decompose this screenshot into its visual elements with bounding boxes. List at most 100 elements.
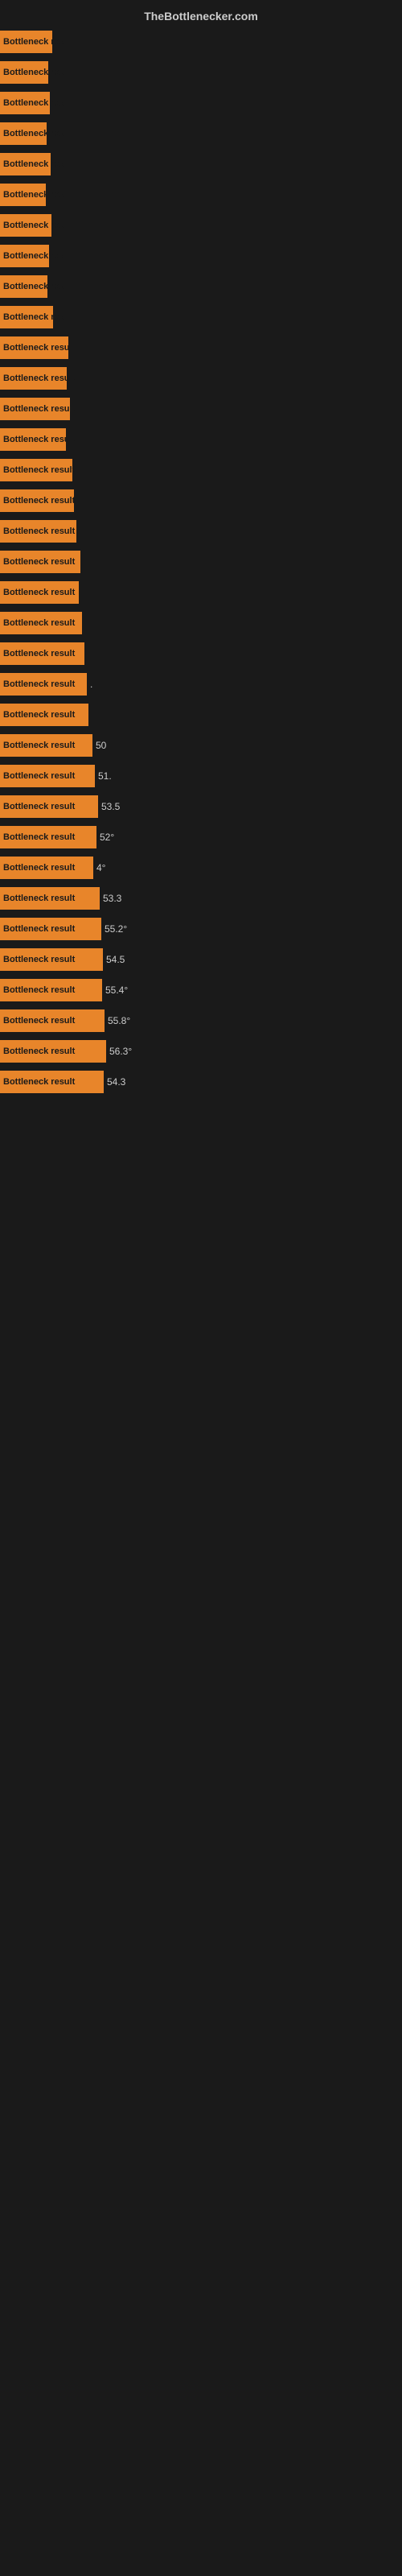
bar-value: 55.2° (105, 923, 127, 935)
bar-row: Bottleneck result 53.3 (0, 884, 402, 913)
bar-row: Bottleneck result (0, 394, 402, 423)
bar: Bottleneck result (0, 1009, 105, 1032)
bar-label: Bottleneck result (0, 581, 78, 604)
bar-row: Bottleneck result 55.4° (0, 976, 402, 1005)
bar-label: Bottleneck res (0, 31, 52, 53)
bar-label: Bottleneck result (0, 551, 78, 573)
bar: Bottleneck result (0, 795, 98, 818)
bar: Bottleneck result (0, 551, 80, 573)
bar-label: Bottleneck res (0, 92, 50, 114)
bar-label: Bottleneck res (0, 184, 46, 206)
bar-row: Bottleneck result (0, 517, 402, 546)
bar-row: Bottleneck result 54.5 (0, 945, 402, 974)
bar: Bottleneck result (0, 857, 93, 879)
bar-label: Bottleneck result (0, 979, 78, 1001)
bar: Bottleneck res (0, 31, 52, 53)
bar-row: Bottleneck res (0, 89, 402, 118)
bar-value: 53.3 (103, 893, 121, 904)
bar-label: Bottleneck result (0, 1040, 78, 1063)
bar-label: Bottleneck res (0, 306, 53, 328)
bar-label: Bottleneck result (0, 612, 78, 634)
bar-row: Bottleneck res (0, 27, 402, 56)
bar-row: Bottleneck result (0, 425, 402, 454)
bar-value: 56.3° (109, 1046, 132, 1057)
bar-row: Bottleneck result (0, 456, 402, 485)
bar-value: . (90, 679, 92, 690)
bar: Bottleneck result (0, 979, 102, 1001)
bar: Bottleneck result (0, 948, 103, 971)
bar: Bottleneck result (0, 918, 101, 940)
bar-label: Bottleneck res (0, 153, 51, 175)
bar-label: Bottleneck result (0, 367, 67, 390)
bar-value: 54.3 (107, 1076, 125, 1088)
bar-row: Bottleneck result (0, 578, 402, 607)
bar: Bottleneck result (0, 459, 72, 481)
bar: Bottleneck result (0, 765, 95, 787)
bar: Bottleneck result (0, 1071, 104, 1093)
bar-row: Bottleneck result 56.3° (0, 1037, 402, 1066)
bar: Bottleneck result (0, 520, 76, 543)
bar: Bottleneck res (0, 153, 51, 175)
bar-label: Bottleneck res (0, 245, 49, 267)
bar-row: Bottleneck result (0, 364, 402, 393)
bar-label: Bottleneck result (0, 398, 70, 420)
bar-row: Bottleneck result 53.5 (0, 792, 402, 821)
bars-container: Bottleneck res Bottleneck res Bottleneck r… (0, 27, 402, 1096)
bar: Bottleneck result (0, 398, 70, 420)
bar-label: Bottleneck result (0, 673, 78, 696)
bar-row: Bottleneck result (0, 486, 402, 515)
bar-label: Bottleneck result (0, 795, 78, 818)
bar-label: Bottleneck result (0, 520, 76, 543)
bar: Bottleneck result (0, 336, 68, 359)
bar-row: Bottleneck res (0, 303, 402, 332)
bar-value: 52° (100, 832, 114, 843)
bar-label: Bottleneck res (0, 214, 51, 237)
bar-value: 4° (96, 862, 105, 873)
bar-row: Bottleneck result (0, 609, 402, 638)
bar: Bottleneck result (0, 612, 82, 634)
bar: Bottleneck result (0, 734, 92, 757)
bar: Bottleneck res (0, 61, 48, 84)
bar-label: Bottleneck result (0, 857, 78, 879)
bar: Bottleneck result (0, 887, 100, 910)
bar: Bottleneck result (0, 673, 87, 696)
bar-value: 54.5 (106, 954, 125, 965)
bar-label: Bottleneck result (0, 642, 78, 665)
bar: Bottleneck result (0, 489, 74, 512)
bar-row: Bottleneck result55.8° (0, 1006, 402, 1035)
bar-label: Bottleneck result (0, 948, 78, 971)
bar-label: Bottleneck result (0, 336, 68, 359)
bar-value: 51. (98, 770, 112, 782)
bar-row: Bottleneck res (0, 242, 402, 270)
bar-row: Bottleneck res (0, 272, 402, 301)
bar-row: Bottleneck result 55.2° (0, 914, 402, 943)
bar-value: 50 (96, 740, 106, 751)
bar: Bottleneck result (0, 642, 84, 665)
bar: Bottleneck result (0, 704, 88, 726)
bar-row: Bottleneck result 4° (0, 853, 402, 882)
bar-value: 53.5 (101, 801, 120, 812)
bar-label: Bottleneck result (0, 428, 66, 451)
bar-row: Bottleneck result 54.3 (0, 1067, 402, 1096)
bar-label: Bottleneck result (0, 1071, 78, 1093)
bar-label: Bottleneck result (0, 826, 78, 848)
bar-label: Bottleneck result (0, 734, 78, 757)
bar-label: Bottleneck res (0, 61, 48, 84)
bar-row: Bottleneck result (0, 333, 402, 362)
bar-row: Bottleneck res (0, 58, 402, 87)
bar-label: Bottleneck res (0, 122, 47, 145)
bar-row: Bottleneck res (0, 119, 402, 148)
bar-value: 55.4° (105, 985, 128, 996)
bar-row: Bottleneck result 52° (0, 823, 402, 852)
bar: Bottleneck res (0, 275, 47, 298)
bar-label: Bottleneck result (0, 887, 78, 910)
bar: Bottleneck res (0, 245, 49, 267)
bar: Bottleneck result (0, 581, 79, 604)
bar: Bottleneck result (0, 367, 67, 390)
bar-label: Bottleneck result (0, 704, 78, 726)
bar: Bottleneck result (0, 826, 96, 848)
bar-row: Bottleneck res (0, 211, 402, 240)
bar: Bottleneck res (0, 306, 53, 328)
bar-row: Bottleneck result (0, 700, 402, 729)
bar: Bottleneck result (0, 428, 66, 451)
